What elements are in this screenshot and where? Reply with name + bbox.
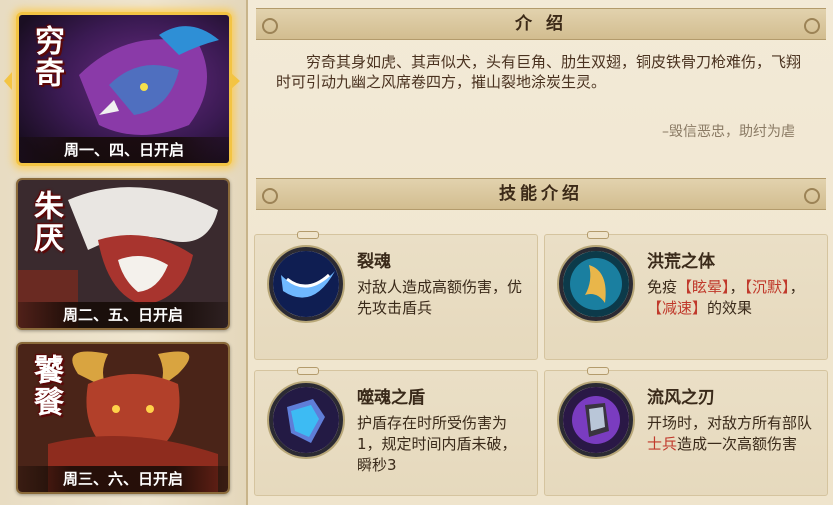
skills-header-label: 技能介绍 xyxy=(499,184,583,204)
selected-arrow-marker xyxy=(230,72,240,90)
hero-list: 穷奇 周一、四、日开启 朱厌 周二、五、日开启 饕餮 周三、六、日开启 xyxy=(0,0,248,505)
intro-header-label: 介 绍 xyxy=(515,14,567,34)
claw-icon xyxy=(559,247,633,321)
hero-name: 穷奇 xyxy=(29,25,64,89)
skill-name: 洪荒之体 xyxy=(647,252,715,272)
ornament-icon xyxy=(587,367,609,375)
selected-left-marker xyxy=(4,72,12,90)
hero-name: 朱厌 xyxy=(28,190,63,254)
skill-name: 噬魂之盾 xyxy=(357,388,425,408)
skill-desc-text: 的效果 xyxy=(707,299,753,317)
skill-desc-separator: ， xyxy=(789,278,805,296)
skill-card-honghuang[interactable]: 洪荒之体 免疫【眩晕】，【沉默】，【减速】的效果 xyxy=(544,231,828,360)
hero-open-days: 周二、五、日开启 xyxy=(18,302,228,328)
keyword-soldier: 士兵 xyxy=(647,435,678,453)
ornament-icon xyxy=(804,188,820,204)
ornament-icon xyxy=(804,18,820,34)
skills-header: 技能介绍 xyxy=(256,178,826,210)
shield-icon xyxy=(269,383,343,457)
ornament-icon xyxy=(262,18,278,34)
hero-open-days: 周三、六、日开启 xyxy=(18,466,228,492)
hero-card-taotie[interactable]: 饕餮 周三、六、日开启 xyxy=(16,342,230,494)
skill-description: 护盾存在时所受伤害为1，规定时间内盾未破，瞬秒3 xyxy=(357,414,517,474)
keyword-slow: 【减速】 xyxy=(647,299,708,317)
hero-name: 饕餮 xyxy=(28,354,63,418)
skill-card-shihun[interactable]: 噬魂之盾 护盾存在时所受伤害为1，规定时间内盾未破，瞬秒3 xyxy=(254,367,538,496)
intro-quote: –毁信恶忠，助纣为虐 xyxy=(662,124,795,140)
skill-desc-text: 开场时，对敌方所有部队 xyxy=(647,414,813,432)
ornament-icon xyxy=(587,231,609,239)
skill-description: 免疫【眩晕】，【沉默】，【减速】的效果 xyxy=(647,277,817,319)
skill-description: 对敌人造成高额伤害，优先攻击盾兵 xyxy=(357,278,523,317)
keyword-stun: 【眩晕】 xyxy=(677,278,730,296)
skill-desc-separator: ， xyxy=(729,278,745,296)
intro-header: 介 绍 xyxy=(256,8,826,40)
skill-name: 裂魂 xyxy=(357,252,391,272)
gauntlet-icon xyxy=(559,383,633,457)
keyword-silence: 【沉默】 xyxy=(744,278,790,296)
ornament-icon xyxy=(262,188,278,204)
skill-card-liehun[interactable]: 裂魂 对敌人造成高额伤害，优先攻击盾兵 xyxy=(254,231,538,360)
hero-open-days: 周一、四、日开启 xyxy=(19,137,229,163)
skill-card-liufeng[interactable]: 流风之刃 开场时，对敌方所有部队士兵造成一次高额伤害 xyxy=(544,367,828,496)
hero-card-qiongqi[interactable]: 穷奇 周一、四、日开启 xyxy=(16,12,232,166)
skill-desc-text: 免疫 xyxy=(647,278,678,296)
skill-name: 流风之刃 xyxy=(647,388,715,408)
ornament-icon xyxy=(297,367,319,375)
skill-description: 开场时，对敌方所有部队士兵造成一次高额伤害 xyxy=(647,413,817,455)
hero-card-zhuyan[interactable]: 朱厌 周二、五、日开启 xyxy=(16,178,230,330)
hero-detail-panel: 介 绍 穷奇其身如虎、其声似犬，头有巨角、肋生双翅，铜皮铁骨刀枪难伤，飞翔时可引… xyxy=(248,0,833,505)
ornament-icon xyxy=(297,231,319,239)
skill-desc-text: 造成一次高额伤害 xyxy=(677,435,798,453)
intro-description: 穷奇其身如虎、其声似犬，头有巨角、肋生双翅，铜皮铁骨刀枪难伤，飞翔时可引动九幽之… xyxy=(276,53,802,91)
slash-icon xyxy=(269,247,343,321)
